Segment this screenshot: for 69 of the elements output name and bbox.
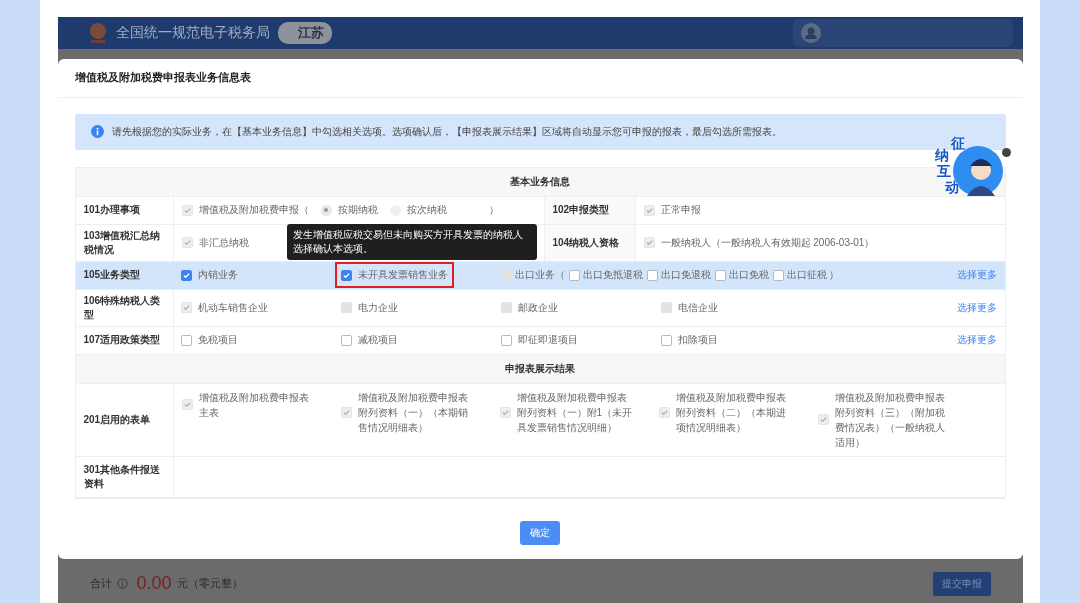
option-label: 增值税及附加税费申报表附列资料（三）（附加税费情况表）（一般纳税人适用） [834,390,946,450]
option-label: 增值税及附加税费申报表附列资料（二）（本期进项情况明细表） [675,390,787,435]
option-label: 扣除项目 [677,333,718,347]
option-label: 正常申报 [660,203,701,217]
select-more-link[interactable]: 选择更多 [956,268,1005,282]
option-label: 一般纳税人（一般纳税人有效期起 2006-03-01） [660,235,875,250]
option-label: 内销业务 [197,268,238,282]
row-label: 201启用的表单 [75,383,174,456]
option-label: 出口业务（ [514,268,565,282]
info-icon [116,578,128,590]
row-label: 301其他条件报送资料 [75,456,174,497]
mascot-character: 纳 [934,147,949,162]
row-label: 104纳税人资格 [543,224,636,261]
option-label: 按期纳税 [337,203,378,217]
dialog-title: 增值税及附加税费申报表业务信息表 [57,58,1023,98]
emblem-icon [87,21,108,44]
select-more-link[interactable]: 选择更多 [956,300,1005,315]
option-label: 未开具发票销售业务 [357,268,448,282]
option-label: 出口征税 ） [786,268,840,282]
mascot-character: 动 [944,179,959,194]
row-label: 101办理事项 [75,196,174,224]
notice-text: 请先根据您的实际业务，在【基本业务信息】中勾选相关选项。选项确认后，【申报表展示结果】区域将自动显示您可申报的报表，最后勾选所需报表。 [111,124,782,139]
option-label: 出口免抵退税 [582,268,643,282]
option-label: 即征即退项目 [517,333,578,347]
site-name: 全国统一规范电子税务局 [115,23,270,42]
option-label: 免税项目 [197,333,238,347]
checkbox[interactable] [646,269,658,281]
option-label: 增值税及附加税费申报（ [198,203,309,217]
option-label: 邮政企业 [517,300,558,315]
option-label: 电信企业 [677,300,718,315]
total-label: 合计 [89,576,112,592]
row-label: 103增值税汇总纳税情况 [75,224,174,261]
close-icon[interactable] [1001,147,1011,157]
select-more-link[interactable]: 选择更多 [956,333,1005,347]
option-label: 电力企业 [357,300,398,315]
option-label: ） [488,203,499,217]
section-heading: 申报表展示结果 [75,354,1005,384]
tooltip: 发生增值税应税交易但未向购买方开具发票的纳税人选择确认本选项。 [286,224,537,260]
info-icon [90,125,104,138]
option-label: 按次纳税 [406,203,447,217]
mascot-character: 互 [936,163,951,178]
checkbox[interactable] [660,334,672,346]
confirm-button[interactable]: 确定 [520,520,560,545]
checkbox[interactable] [180,334,192,346]
row-label: 106特殊纳税人类型 [75,289,174,326]
checkbox[interactable] [714,269,726,281]
region-badge[interactable]: 江苏 [277,21,332,44]
option-label: 增值税及附加税费申报表附列资料（一）（本期销售情况明细表） [357,390,469,435]
checkbox[interactable] [340,334,352,346]
mascot-character: 征 [950,135,965,150]
option-label: 非汇总纳税 [198,235,249,250]
option-label: 出口免退税 [660,268,711,282]
user-icon [800,22,821,43]
option-label: 减税项目 [357,333,398,347]
option-label: 出口免税 [728,268,769,282]
checkbox[interactable] [772,269,784,281]
checkbox[interactable] [180,269,192,281]
checkbox[interactable] [568,269,580,281]
option-label: 增值税及附加税费申报表主表 [198,390,310,420]
checkbox[interactable] [340,269,352,281]
row-label: 102申报类型 [543,196,636,224]
option-label: 增值税及附加税费申报表附列资料（一）附1（未开具发票销售情况明细） [516,390,634,435]
total-amount: 0.00 [136,573,172,595]
row-label: 107适用政策类型 [75,326,174,354]
row-label: 105业务类型 [82,268,142,282]
user-area[interactable] [792,18,1013,47]
option-label: 机动车销售企业 [197,300,268,315]
submit-button[interactable]: 提交申报 [932,571,991,596]
checkbox[interactable] [500,334,512,346]
